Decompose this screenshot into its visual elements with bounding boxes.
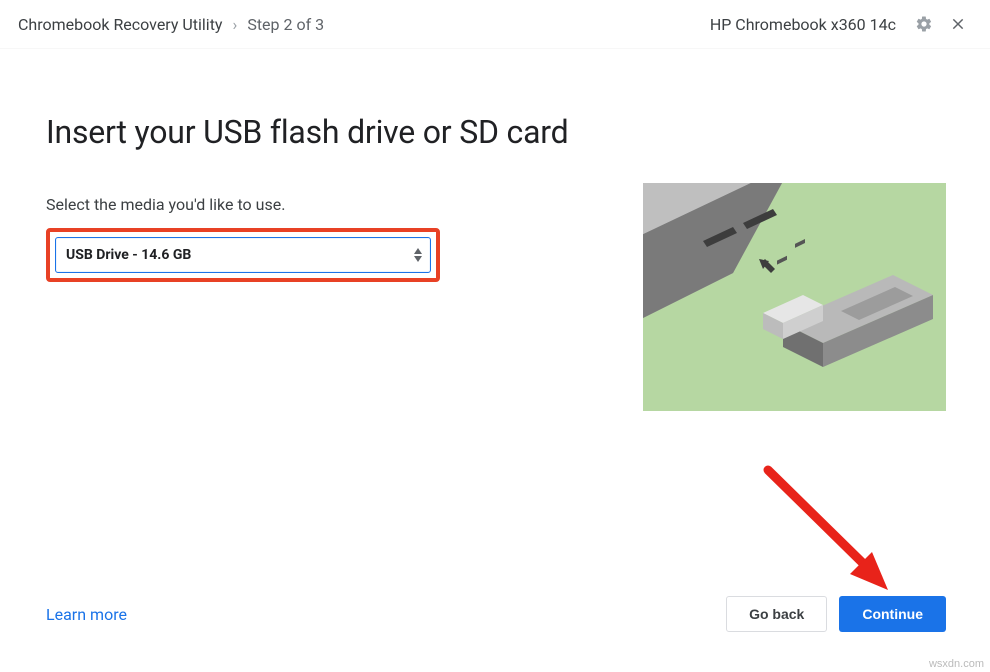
learn-more-link[interactable]: Learn more <box>46 605 127 624</box>
watermark: wsxdn.com <box>929 658 984 670</box>
step-label: Step 2 of 3 <box>247 15 324 34</box>
media-select[interactable]: USB Drive - 14.6 GB <box>55 237 431 273</box>
gear-icon <box>915 15 933 33</box>
settings-button[interactable] <box>910 10 938 38</box>
breadcrumb-separator: › <box>233 15 238 34</box>
app-title: Chromebook Recovery Utility <box>18 15 223 34</box>
dropdown-stepper-icon <box>414 248 422 262</box>
selected-media-value: USB Drive - 14.6 GB <box>66 247 191 263</box>
header-bar: Chromebook Recovery Utility › Step 2 of … <box>0 0 990 49</box>
usb-illustration <box>643 183 946 411</box>
prompt-text: Select the media you'd like to use. <box>46 195 603 214</box>
go-back-button[interactable]: Go back <box>726 596 827 632</box>
close-button[interactable] <box>944 10 972 38</box>
continue-button[interactable]: Continue <box>839 596 946 632</box>
media-select-highlight: USB Drive - 14.6 GB <box>46 228 440 282</box>
device-name: HP Chromebook x360 14c <box>710 15 896 34</box>
close-icon <box>950 16 966 32</box>
page-title: Insert your USB flash drive or SD card <box>46 113 603 151</box>
